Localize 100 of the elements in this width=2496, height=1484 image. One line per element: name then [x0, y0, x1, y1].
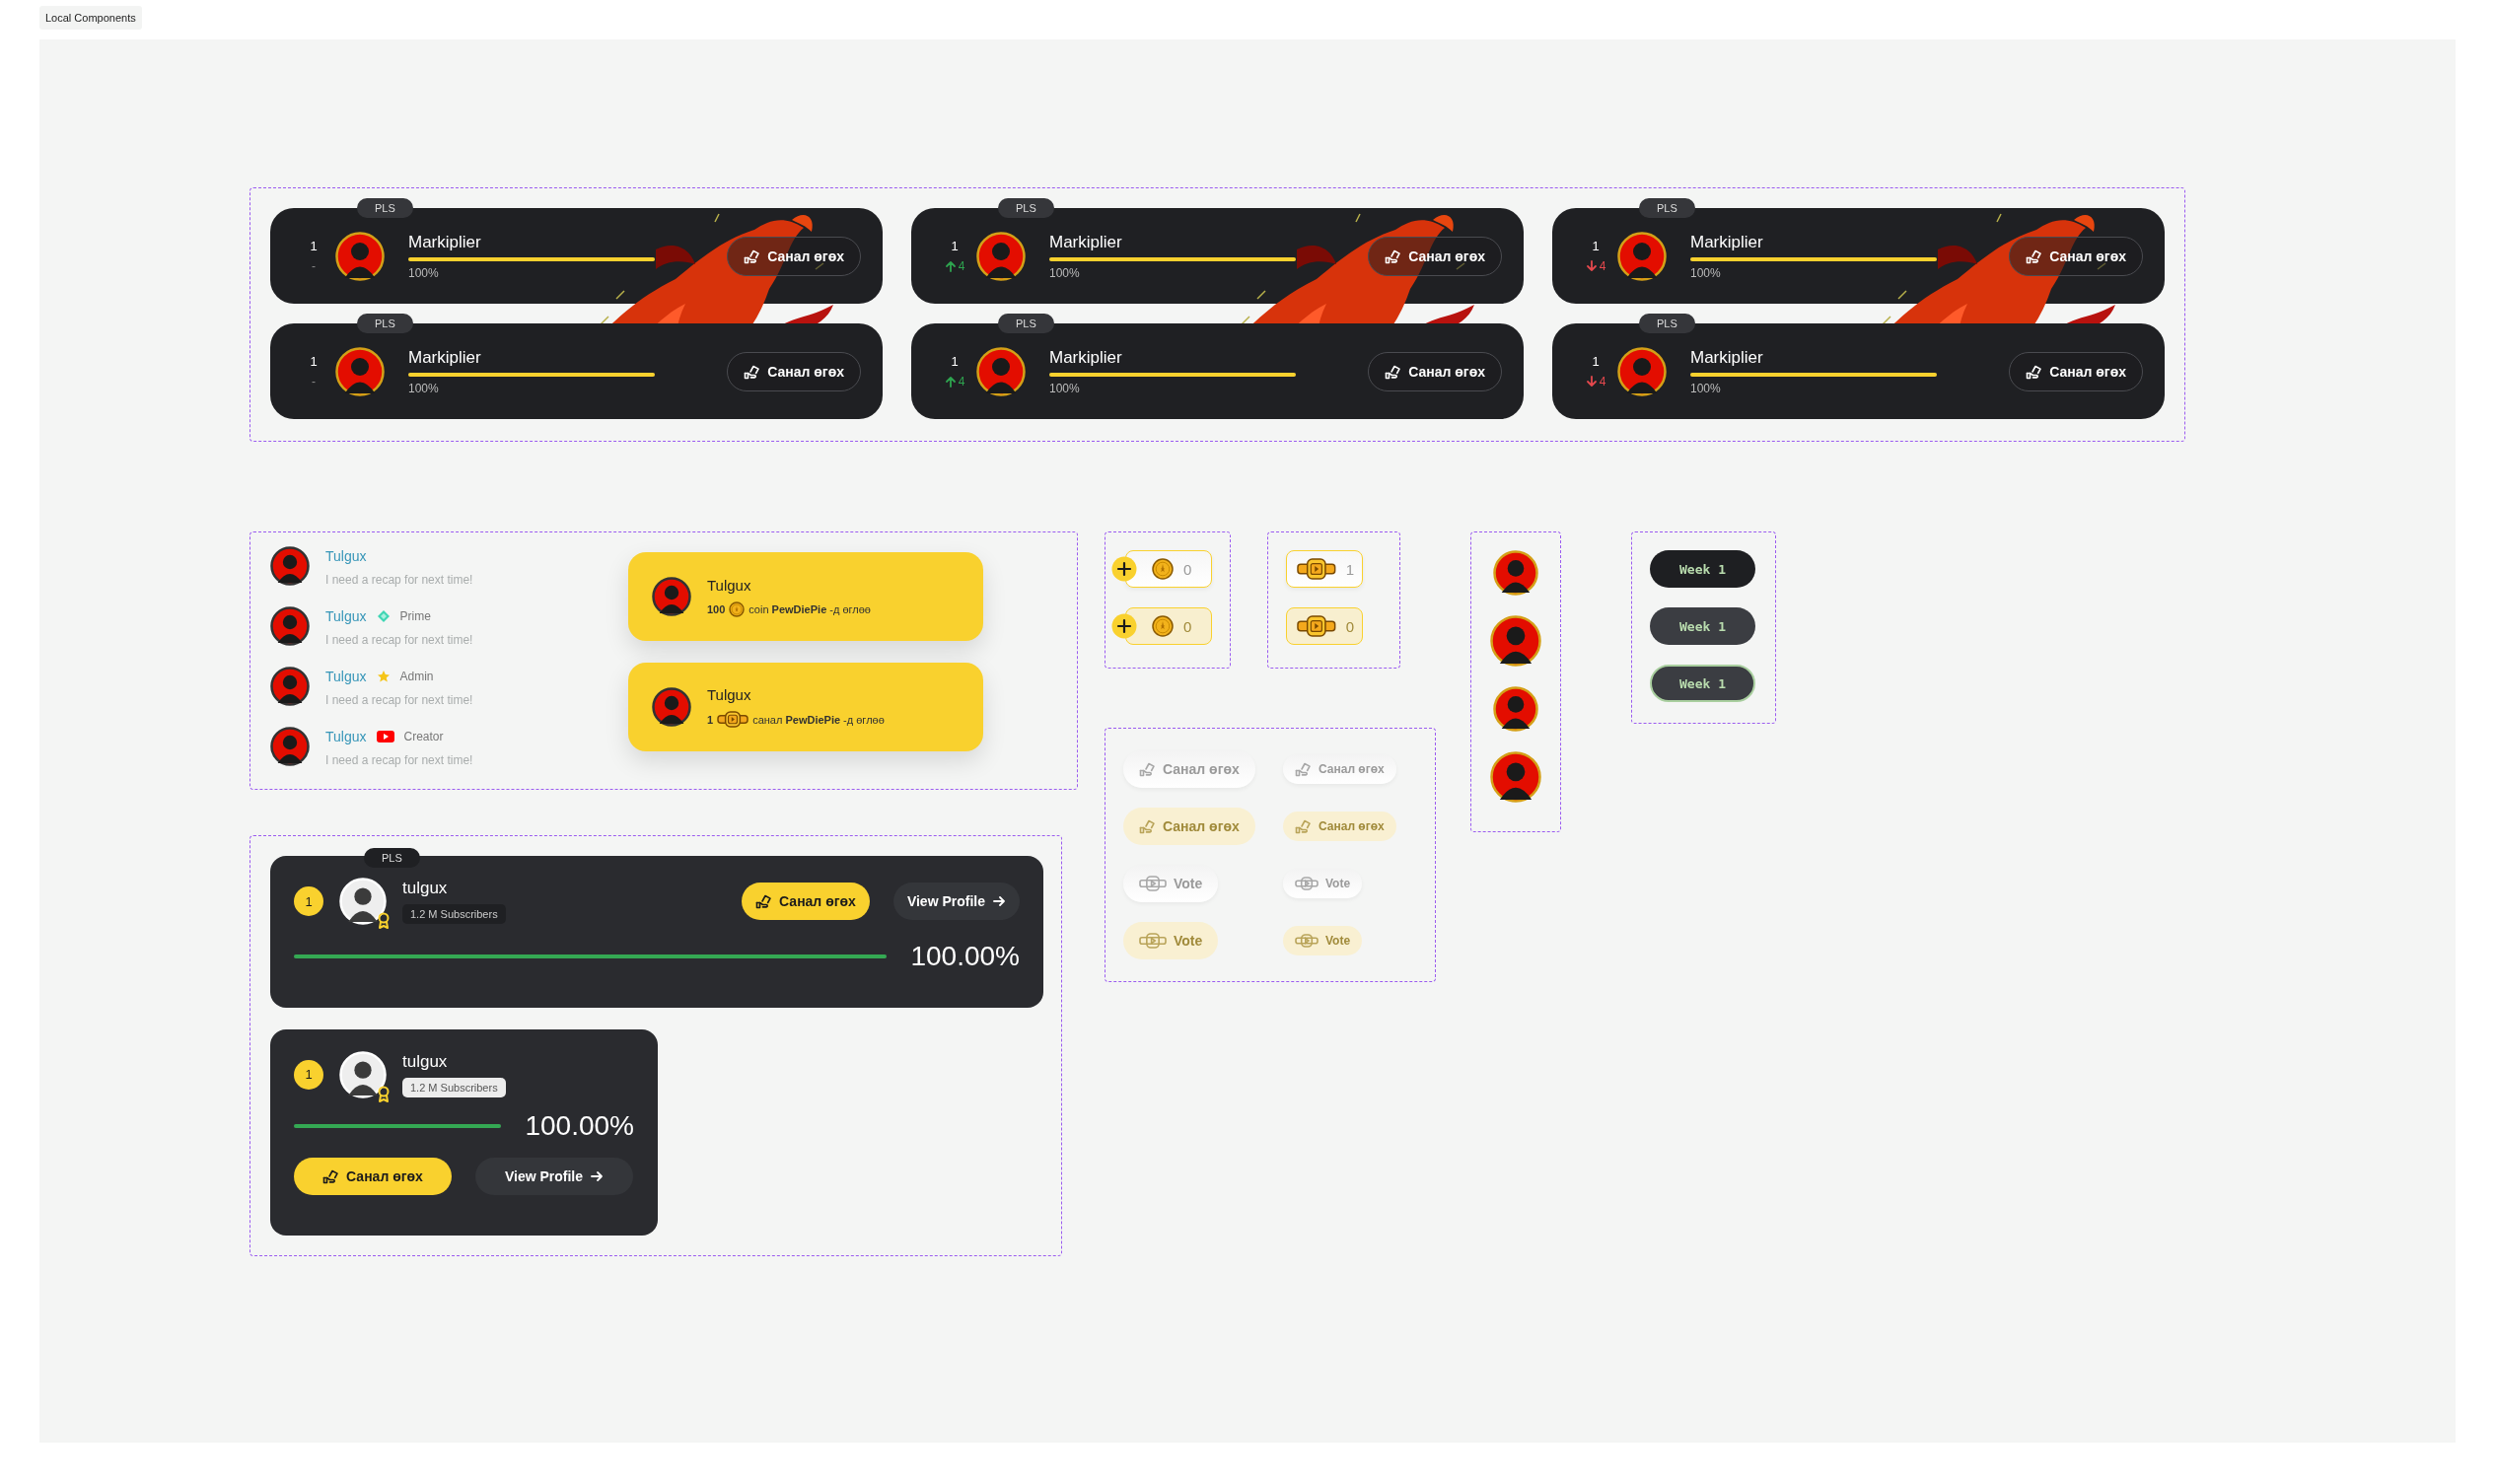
badge: PLS [998, 198, 1054, 218]
belt-icon [1139, 876, 1167, 891]
rank-number: 1 [310, 354, 318, 369]
rank-change: - [312, 259, 316, 273]
vote-button[interactable]: Санал өгөх [1368, 351, 1502, 391]
chat-message: I need a recap for next time! [325, 693, 473, 707]
player-name: Markiplier [408, 232, 482, 252]
rank-number: 1 [310, 239, 318, 253]
belt-icon [1139, 933, 1167, 949]
belt-icon [1295, 877, 1319, 890]
hand-icon [2026, 247, 2043, 264]
view-profile-button[interactable]: View Profile [475, 1157, 633, 1195]
avatar [270, 606, 310, 646]
award-icon [377, 912, 391, 929]
gift-amount: 100 [707, 602, 726, 615]
hand-icon [1295, 761, 1312, 777]
avatar [1617, 346, 1667, 396]
avatar [652, 687, 691, 727]
week-chip[interactable]: Week 1 [1650, 665, 1755, 702]
avatar [1490, 615, 1541, 667]
role-label: Admin [399, 670, 434, 683]
percent-label: 100% [408, 265, 440, 280]
week-chip[interactable]: Week 1 [1650, 607, 1755, 645]
percent-label: 100.00% [910, 941, 1020, 972]
player-name: Markiplier [408, 347, 482, 368]
vote-button[interactable]: Санал өгөх [2009, 236, 2143, 276]
avatar [335, 346, 385, 396]
percent-label: 100% [408, 381, 440, 395]
coin-icon [1152, 615, 1174, 637]
badge: PLS [357, 198, 413, 218]
week-chip[interactable]: Week 1 [1650, 550, 1755, 588]
role-label: Creator [403, 730, 444, 743]
coin-count: 0 [1183, 560, 1192, 578]
avatar [270, 667, 310, 706]
avatar [652, 577, 691, 616]
rank-change: 4 [958, 259, 965, 273]
badge: PLS [364, 848, 420, 868]
vote-button[interactable]: Санал өгөх [1368, 236, 1502, 276]
hand-icon [2026, 363, 2043, 380]
hand-icon [1385, 363, 1402, 380]
hand-icon [744, 247, 761, 264]
star-icon [376, 670, 391, 683]
percent-label: 100% [1049, 381, 1081, 395]
canvas-label[interactable]: Local Components [39, 6, 142, 30]
player-name: Markiplier [1049, 232, 1123, 252]
arrow-right-icon [992, 894, 1006, 908]
percent-label: 100% [1690, 381, 1722, 395]
subscriber-count: 1.2 M Subscribers [402, 1077, 506, 1097]
arrow-up-icon [944, 376, 957, 388]
hand-icon [1385, 247, 1402, 264]
player-name: Markiplier [1690, 347, 1764, 368]
vote-button[interactable]: Санал өгөх [2009, 351, 2143, 391]
avatar [1490, 751, 1541, 803]
badge: PLS [357, 314, 413, 333]
chat-message: I need a recap for next time! [325, 573, 473, 587]
coin-icon [1152, 558, 1174, 580]
badge: PLS [998, 314, 1054, 333]
rank-change: - [312, 375, 316, 389]
vote-button[interactable]: Санал өгөх [727, 351, 861, 391]
vote-button[interactable]: Санал өгөх [727, 236, 861, 276]
user-name: tulgux [402, 1051, 448, 1072]
hand-icon [1139, 761, 1156, 777]
rank-number: 1 [951, 239, 959, 253]
belt-icon [1295, 934, 1319, 948]
chat-message: I need a recap for next time! [325, 753, 473, 767]
rank-change: 4 [958, 375, 965, 389]
coin-icon [729, 601, 746, 617]
vote-button[interactable]: Санал өгөх [294, 1157, 452, 1195]
arrow-right-icon [590, 1168, 605, 1183]
vote-button[interactable]: Санал өгөх [742, 883, 870, 920]
rank-number: 1 [1592, 239, 1600, 253]
hand-icon [755, 893, 773, 909]
percent-label: 100% [1049, 265, 1081, 280]
gift-message: coin PewDiePie -д өглөө [749, 602, 871, 615]
view-profile-button[interactable]: View Profile [892, 883, 1020, 920]
subscriber-count: 1.2 M Subscribers [402, 904, 506, 924]
rank-badge: 1 [294, 886, 323, 916]
player-name: Markiplier [1690, 232, 1764, 252]
user-name: Tulgux [707, 686, 752, 703]
role-label: Prime [399, 609, 431, 623]
hand-icon [744, 363, 761, 380]
avatar [335, 231, 385, 281]
rank-number: 1 [1592, 354, 1600, 369]
avatar [339, 1050, 387, 1098]
vote-count: 1 [1345, 560, 1354, 578]
arrow-up-icon [944, 260, 957, 272]
arrow-down-icon [1585, 376, 1598, 388]
avatar [976, 346, 1026, 396]
badge: PLS [1639, 198, 1695, 218]
award-icon [377, 1085, 391, 1102]
vote-count: 0 [1345, 617, 1354, 635]
user-name: tulgux [402, 879, 448, 898]
avatar [270, 546, 310, 586]
rank-change: 4 [1599, 259, 1606, 273]
avatar [1493, 686, 1538, 732]
player-name: Markiplier [1049, 347, 1123, 368]
chat-message: I need a recap for next time! [325, 633, 473, 647]
avatar [1493, 550, 1538, 596]
user-name: Tulgux [707, 576, 752, 594]
arrow-down-icon [1585, 260, 1598, 272]
